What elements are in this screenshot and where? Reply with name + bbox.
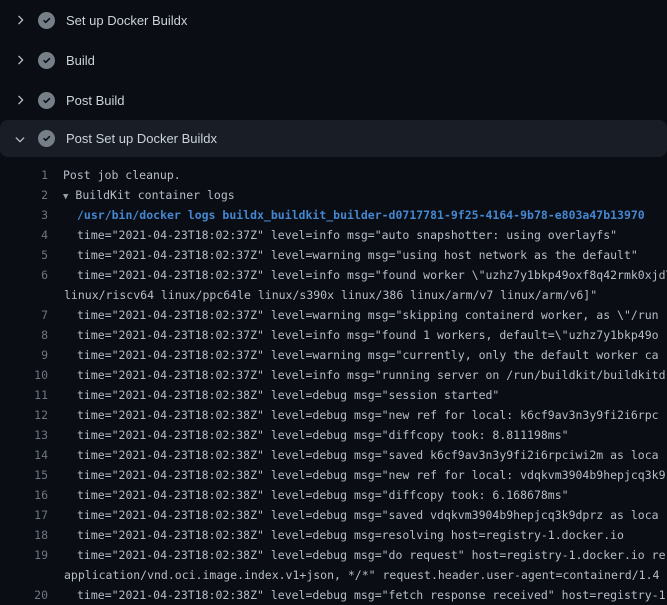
- check-circle-icon: [38, 130, 55, 147]
- log-line: linux/riscv64 linux/ppc64le linux/s390x …: [0, 285, 667, 305]
- log-group-header: ▼ BuildKit container logs: [63, 185, 235, 205]
- log-line: 15 time="2021-04-23T18:02:38Z" level=debu…: [0, 465, 667, 485]
- line-number[interactable]: 11: [0, 385, 48, 405]
- log-text: BuildKit container logs: [75, 188, 234, 202]
- line-number[interactable]: 20: [0, 585, 48, 605]
- log-text: time="2021-04-23T18:02:38Z" level=debug …: [77, 525, 624, 545]
- log-text: time="2021-04-23T18:02:37Z" level=warnin…: [77, 345, 659, 365]
- log-line: 18 time="2021-04-23T18:02:38Z" level=debu…: [0, 525, 667, 545]
- log-line: 2 ▼ BuildKit container logs: [0, 185, 667, 205]
- line-number[interactable]: 14: [0, 445, 48, 465]
- line-number[interactable]: 17: [0, 505, 48, 525]
- check-circle-icon: [38, 52, 55, 69]
- log-text: time="2021-04-23T18:02:37Z" level=warnin…: [77, 245, 638, 265]
- step-title: Build: [66, 53, 95, 68]
- log-panel: 1 Post job cleanup. 2 ▼ BuildKit container l…: [0, 157, 667, 605]
- log-line: 12 time="2021-04-23T18:02:38Z" level=debu…: [0, 405, 667, 425]
- step-title: Post Set up Docker Buildx: [66, 131, 217, 146]
- log-line: 1 Post job cleanup.: [0, 165, 667, 185]
- log-text: time="2021-04-23T18:02:38Z" level=debug …: [77, 545, 666, 565]
- log-text: application/vnd.oci.image.index.v1+json,…: [64, 565, 659, 585]
- line-number[interactable]: 1: [0, 165, 48, 185]
- log-text: time="2021-04-23T18:02:37Z" level=info m…: [77, 325, 659, 345]
- line-number[interactable]: [0, 285, 48, 305]
- log-text: time="2021-04-23T18:02:38Z" level=debug …: [77, 585, 666, 605]
- line-number[interactable]: 15: [0, 465, 48, 485]
- line-number[interactable]: 16: [0, 485, 48, 505]
- log-line: 5 time="2021-04-23T18:02:37Z" level=warni…: [0, 245, 667, 265]
- line-number[interactable]: 5: [0, 245, 48, 265]
- line-number[interactable]: 7: [0, 305, 48, 325]
- line-number[interactable]: 4: [0, 225, 48, 245]
- log-line: 4 time="2021-04-23T18:02:37Z" level=info …: [0, 225, 667, 245]
- log-line: 17 time="2021-04-23T18:02:38Z" level=debu…: [0, 505, 667, 525]
- line-number[interactable]: [0, 565, 48, 585]
- log-line: application/vnd.oci.image.index.v1+json,…: [0, 565, 667, 585]
- log-line: 19 time="2021-04-23T18:02:38Z" level=debu…: [0, 545, 667, 565]
- log-line: 6 time="2021-04-23T18:02:37Z" level=info …: [0, 265, 667, 285]
- log-text: time="2021-04-23T18:02:38Z" level=debug …: [77, 485, 569, 505]
- line-number[interactable]: 3: [0, 205, 48, 225]
- log-line: 8 time="2021-04-23T18:02:37Z" level=info …: [0, 325, 667, 345]
- log-line: 3/usr/bin/docker logs buildx_buildkit_bu…: [0, 205, 667, 225]
- line-number[interactable]: 8: [0, 325, 48, 345]
- log-line: 20 time="2021-04-23T18:02:38Z" level=debu…: [0, 585, 667, 605]
- log-text: Post job cleanup.: [63, 165, 181, 185]
- line-number[interactable]: 12: [0, 405, 48, 425]
- line-number[interactable]: 13: [0, 425, 48, 445]
- log-text: time="2021-04-23T18:02:37Z" level=info m…: [77, 225, 617, 245]
- steps-list: Set up Docker Buildx Build Post Build Post …: [0, 0, 667, 157]
- group-collapse-triangle-icon[interactable]: ▼: [63, 192, 68, 202]
- command-text[interactable]: /usr/bin/docker logs buildx_buildkit_bui…: [77, 205, 645, 225]
- step-row[interactable]: Post Set up Docker Buildx: [0, 120, 667, 157]
- chevron-down-icon[interactable]: [12, 131, 28, 147]
- step-title: Set up Docker Buildx: [66, 13, 187, 28]
- log-line: 16 time="2021-04-23T18:02:38Z" level=debu…: [0, 485, 667, 505]
- log-text: time="2021-04-23T18:02:38Z" level=debug …: [77, 405, 659, 425]
- chevron-right-icon[interactable]: [12, 12, 28, 28]
- log-line: 10 time="2021-04-23T18:02:37Z" level=info…: [0, 365, 667, 385]
- chevron-right-icon[interactable]: [12, 52, 28, 68]
- line-number[interactable]: 10: [0, 365, 48, 385]
- line-number[interactable]: 19: [0, 545, 48, 565]
- step-row[interactable]: Post Build: [0, 80, 667, 120]
- log-line: 11 time="2021-04-23T18:02:38Z" level=debu…: [0, 385, 667, 405]
- log-text: time="2021-04-23T18:02:38Z" level=debug …: [77, 385, 499, 405]
- chevron-right-icon[interactable]: [12, 92, 28, 108]
- line-number[interactable]: 6: [0, 265, 48, 285]
- log-line: 9 time="2021-04-23T18:02:37Z" level=warni…: [0, 345, 667, 365]
- log-line: 14 time="2021-04-23T18:02:38Z" level=debu…: [0, 445, 667, 465]
- log-text: time="2021-04-23T18:02:38Z" level=debug …: [77, 465, 666, 485]
- check-circle-icon: [38, 12, 55, 29]
- log-text: time="2021-04-23T18:02:38Z" level=debug …: [77, 445, 659, 465]
- log-text: time="2021-04-23T18:02:37Z" level=info m…: [77, 265, 667, 285]
- line-number[interactable]: 2: [0, 185, 48, 205]
- log-text: time="2021-04-23T18:02:37Z" level=info m…: [77, 365, 666, 385]
- log-text: time="2021-04-23T18:02:38Z" level=debug …: [77, 425, 569, 445]
- log-line: 7 time="2021-04-23T18:02:37Z" level=warni…: [0, 305, 667, 325]
- check-circle-icon: [38, 92, 55, 109]
- log-text: time="2021-04-23T18:02:38Z" level=debug …: [77, 505, 659, 525]
- step-row[interactable]: Set up Docker Buildx: [0, 0, 667, 40]
- step-row[interactable]: Build: [0, 40, 667, 80]
- log-text: time="2021-04-23T18:02:37Z" level=warnin…: [77, 305, 659, 325]
- line-number[interactable]: 18: [0, 525, 48, 545]
- line-number[interactable]: 9: [0, 345, 48, 365]
- step-title: Post Build: [66, 93, 125, 108]
- log-text: linux/riscv64 linux/ppc64le linux/s390x …: [64, 285, 597, 305]
- log-line: 13 time="2021-04-23T18:02:38Z" level=debu…: [0, 425, 667, 445]
